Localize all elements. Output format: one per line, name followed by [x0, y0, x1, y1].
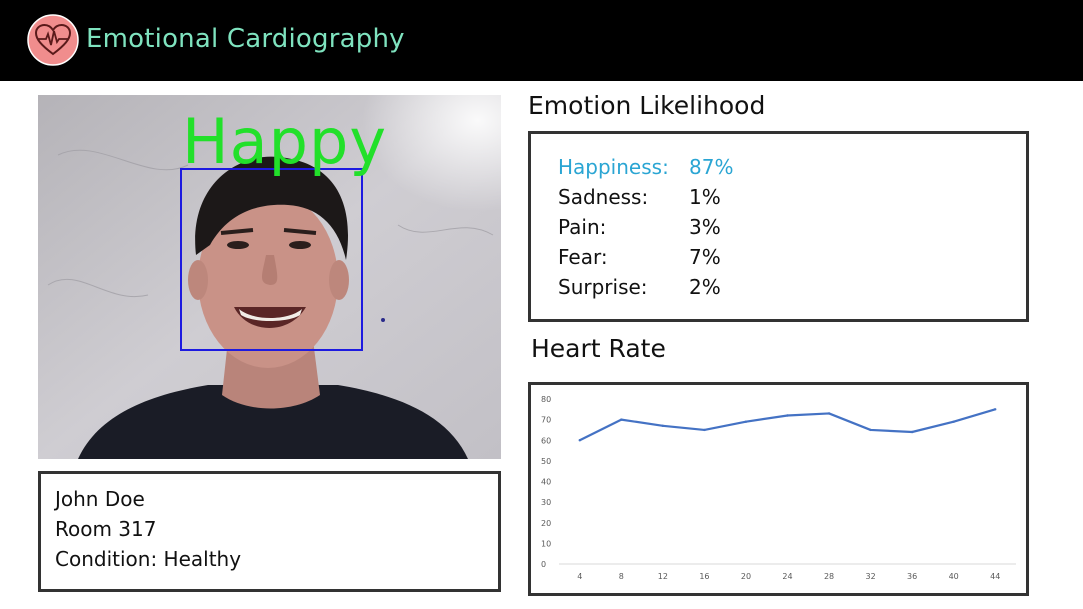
- x-tick-label: 28: [824, 572, 834, 581]
- emotion-likelihood-title: Emotion Likelihood: [528, 91, 766, 120]
- emotion-value: 3%: [689, 215, 721, 239]
- emotion-row-happiness: Happiness: 87%: [558, 155, 733, 179]
- y-tick-label: 0: [541, 560, 546, 569]
- camera-feed: Happy: [38, 95, 501, 459]
- y-tick-label: 50: [541, 457, 551, 466]
- emotion-row-sadness: Sadness: 1%: [558, 185, 721, 209]
- x-tick-label: 32: [865, 572, 875, 581]
- data-point: [869, 428, 872, 432]
- data-point: [786, 414, 789, 417]
- patient-info-panel: John Doe Room 317 Condition: Healthy: [38, 471, 501, 592]
- y-tick-label: 30: [541, 498, 551, 507]
- emotion-label: Happiness:: [558, 155, 669, 179]
- face-detection-box: [180, 168, 363, 351]
- data-point: [994, 408, 997, 411]
- x-tick-label: 4: [577, 572, 582, 581]
- y-tick-label: 20: [541, 519, 551, 528]
- detected-emotion-label: Happy: [182, 105, 388, 178]
- emotion-row-pain: Pain: 3%: [558, 215, 721, 239]
- app-header: Emotional Cardiography: [0, 0, 1083, 81]
- x-tick-label: 44: [990, 572, 1000, 581]
- data-point: [910, 430, 914, 434]
- emotion-value: 1%: [689, 185, 721, 209]
- emotion-label: Surprise:: [558, 275, 648, 299]
- data-point: [952, 420, 955, 423]
- data-point: [578, 439, 581, 442]
- data-point: [661, 424, 665, 428]
- x-tick-label: 20: [741, 572, 751, 581]
- emotion-label: Sadness:: [558, 185, 649, 209]
- app-title: Emotional Cardiography: [86, 24, 405, 54]
- emotion-label: Fear:: [558, 245, 608, 269]
- x-tick-label: 36: [907, 572, 917, 581]
- heart-pulse-icon: [27, 14, 79, 66]
- y-tick-label: 70: [541, 416, 551, 425]
- patient-condition: Condition: Healthy: [55, 547, 242, 571]
- series-line-0: [579, 408, 996, 442]
- data-point: [620, 418, 623, 421]
- patient-room: Room 317: [55, 517, 157, 541]
- data-point: [744, 420, 748, 423]
- y-tick-label: 10: [541, 539, 551, 548]
- emotion-label: Pain:: [558, 215, 607, 239]
- y-tick-label: 40: [541, 478, 551, 487]
- emotion-likelihood-panel: Happiness: 87% Sadness: 1% Pain: 3% Fear: 7%…: [528, 131, 1029, 322]
- emotion-value: 7%: [689, 245, 721, 269]
- heart-rate-title: Heart Rate: [531, 334, 666, 363]
- x-tick-label: 16: [699, 572, 709, 581]
- y-tick-label: 80: [541, 395, 551, 404]
- data-point: [827, 412, 831, 415]
- data-point: [703, 428, 706, 432]
- emotion-value: 87%: [689, 155, 734, 179]
- heart-rate-chart-panel: 0 10 20 30 40 50 60 70 80 4 8 12 16 20 24 28 32 36 40 44: [528, 382, 1029, 596]
- x-tick-label: 12: [658, 572, 668, 581]
- x-tick-label: 40: [949, 572, 959, 581]
- emotion-row-fear: Fear: 7%: [558, 245, 721, 269]
- emotion-value: 2%: [689, 275, 721, 299]
- patient-name: John Doe: [55, 487, 145, 511]
- y-tick-label: 60: [541, 436, 551, 445]
- heart-rate-chart: 0 10 20 30 40 50 60 70 80 4 8 12 16 20 24 28 32 36 40 44: [541, 395, 1016, 581]
- x-tick-label: 24: [782, 572, 792, 581]
- x-tick-label: 8: [619, 572, 624, 581]
- emotion-row-surprise: Surprise: 2%: [558, 275, 721, 299]
